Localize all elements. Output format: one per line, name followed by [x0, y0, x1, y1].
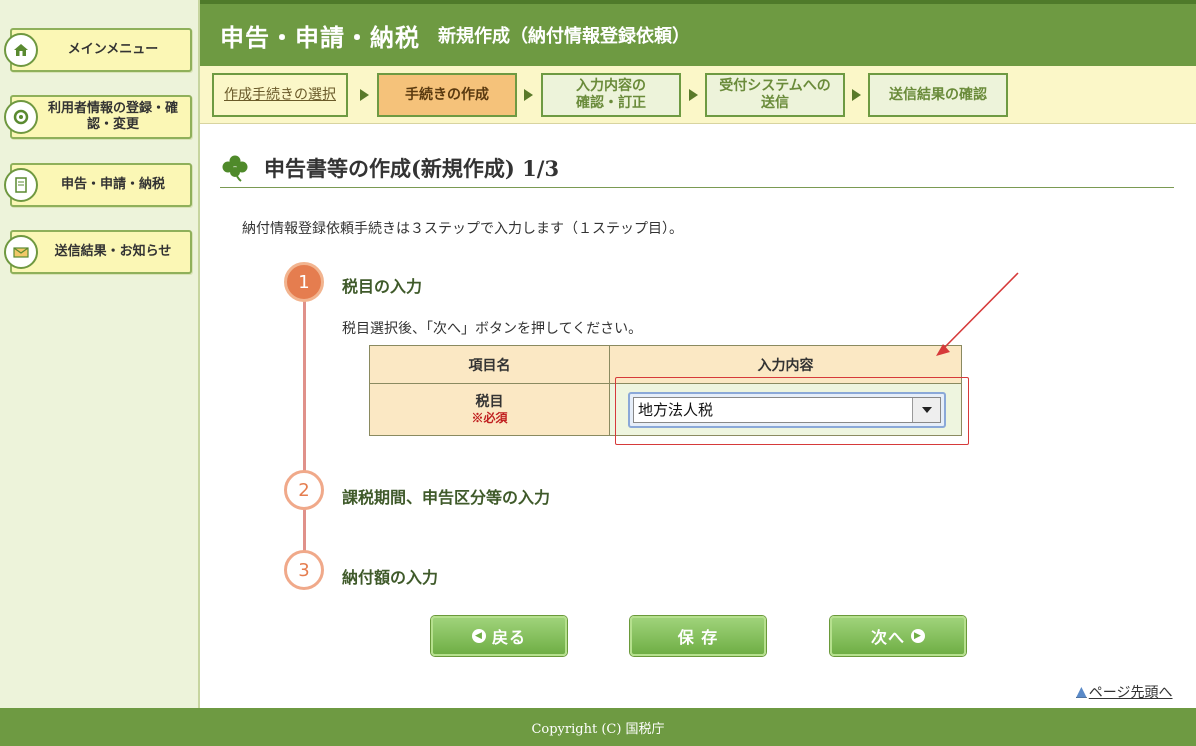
save-button[interactable]: 保 存 [630, 616, 766, 656]
column-header-item: 項目名 [369, 345, 610, 384]
field-label: 税目 ※必須 [369, 383, 610, 436]
step-number-3: 3 [284, 550, 324, 590]
document-icon [4, 168, 38, 202]
intro-text: 納付情報登録依頼手続きは３ステップで入力します（１ステップ目）。 [242, 221, 683, 237]
timeline-line [303, 290, 306, 570]
step-confirm: 入力内容の 確認・訂正 [541, 73, 681, 117]
step-arrow-icon [689, 89, 698, 101]
sidebar-item-label: メインメニュー [67, 42, 159, 57]
page-title: 申告書等の作成(新規作成) 1/3 [264, 155, 560, 181]
instruction-text: 税目選択後、「次へ」ボタンを押してください。 [342, 321, 643, 337]
user-settings-icon [4, 100, 38, 134]
step-send: 受付システムへの 送信 [705, 73, 845, 117]
next-button[interactable]: 次へ ▶ [830, 616, 966, 656]
clover-icon [222, 155, 248, 182]
sidebar-item-main-menu[interactable]: メインメニュー [4, 28, 192, 72]
home-icon [4, 33, 38, 67]
header-title: 申告・申請・納税 [220, 22, 420, 52]
step-number-1: 1 [284, 262, 324, 302]
step-arrow-icon [852, 89, 861, 101]
sidebar-item-label: 利用者情報の登録・確認・変更 [47, 101, 178, 132]
sidebar-item-label: 申告・申請・納税 [60, 177, 165, 192]
page-top-link[interactable]: ▲ ページ先頭へ [1076, 682, 1173, 702]
footer: Copyright (C) 国税庁 [0, 708, 1196, 746]
progress-steps: 作成手続きの選択 手続きの作成 入力内容の 確認・訂正 受付システムへの 送信 送信… [200, 66, 1196, 124]
sidebar-item-declaration[interactable]: 申告・申請・納税 [4, 163, 192, 207]
step-label-3: 納付額の入力 [342, 568, 439, 587]
sidebar: メインメニュー 利用者情報の登録・確認・変更 申告・申請・納税 送信結果・お知ら… [0, 0, 200, 708]
section-heading: 申告書等の作成(新規作成) 1/3 [220, 148, 1174, 188]
step-result: 送信結果の確認 [868, 73, 1008, 117]
step-create-procedure: 手続きの作成 [377, 73, 517, 117]
back-button[interactable]: ◀ 戻る [431, 616, 567, 656]
highlight-box [615, 377, 969, 445]
step-arrow-icon [524, 89, 533, 101]
header-subtitle: 新規作成（納付情報登録依頼） [438, 26, 690, 47]
chevron-left-icon: ◀ [471, 629, 486, 643]
annotation-arrow-icon [936, 272, 1019, 356]
page-header: 申告・申請・納税 新規作成（納付情報登録依頼） [200, 0, 1196, 66]
chevron-right-icon: ▶ [911, 629, 925, 643]
mail-icon [4, 235, 38, 269]
tax-item-label: 税目 [475, 393, 504, 410]
step-label-1: 税目の入力 [342, 277, 423, 296]
sidebar-item-user-info[interactable]: 利用者情報の登録・確認・変更 [4, 95, 192, 139]
step-select-procedure[interactable]: 作成手続きの選択 [212, 73, 348, 117]
step-number-2: 2 [284, 470, 324, 510]
sidebar-item-label: 送信結果・お知らせ [54, 244, 172, 259]
step-arrow-icon [360, 89, 369, 101]
required-badge: ※必須 [471, 410, 508, 425]
step-label-2: 課税期間、申告区分等の入力 [342, 488, 551, 507]
copyright-text: Copyright (C) 国税庁 [531, 721, 665, 737]
sidebar-item-results[interactable]: 送信結果・お知らせ [4, 230, 192, 274]
arrow-up-icon: ▲ [1076, 684, 1087, 700]
